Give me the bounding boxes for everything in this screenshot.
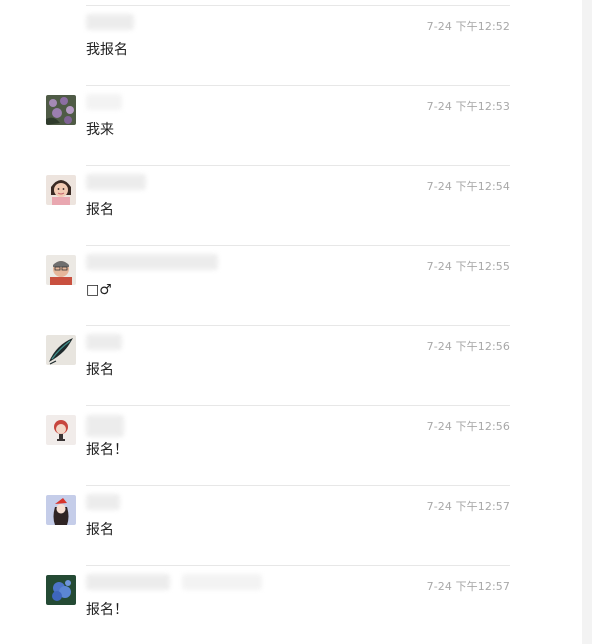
comment-text: 报名 <box>86 362 114 378</box>
blurred-username <box>86 415 124 437</box>
comment-divider <box>86 245 510 246</box>
man-avatar-image <box>46 255 76 285</box>
avatar[interactable] <box>46 495 76 525</box>
blurred-username <box>86 254 218 270</box>
blurred-username <box>86 14 134 30</box>
butterfly-avatar-image <box>46 335 76 365</box>
comment-text: 报名！ <box>86 442 128 458</box>
comment-item: 7-24 下午12:54 报名 <box>0 160 582 240</box>
comment-time: 7-24 下午12:54 <box>426 180 510 193</box>
comment-time: 7-24 下午12:52 <box>426 20 510 33</box>
comment-text: 我报名 <box>86 42 128 58</box>
blurred-username <box>86 174 146 190</box>
comment-item: 7-24 下午12:56 报名 <box>0 320 582 400</box>
comment-item: 7-24 下午12:52 我报名 <box>0 0 582 80</box>
blurred-username <box>86 494 120 510</box>
avatar[interactable] <box>46 255 76 285</box>
comment-time: 7-24 下午12:57 <box>426 580 510 593</box>
comment-text: 报名！ <box>86 602 128 618</box>
blurred-username <box>86 334 122 350</box>
avatar[interactable] <box>46 415 76 445</box>
avatar[interactable] <box>46 335 76 365</box>
comment-text: 我来 <box>86 122 114 138</box>
comment-text: 报名 <box>86 522 114 538</box>
cartoon-girl-avatar-image <box>46 415 76 445</box>
flower-avatar-image <box>46 95 76 125</box>
blurred-username <box>86 94 122 110</box>
girl-avatar-image <box>46 175 76 205</box>
avatar[interactable] <box>46 575 76 605</box>
comment-time: 7-24 下午12:55 <box>426 260 510 273</box>
comment-item: 7-24 下午12:57 报名！ <box>0 560 582 640</box>
comment-divider <box>86 485 510 486</box>
blurred-username-extra <box>182 574 262 590</box>
comment-item: 7-24 下午12:56 报名！ <box>0 400 582 480</box>
comment-divider <box>86 565 510 566</box>
comment-list: 7-24 下午12:52 我报名 7-24 下午12:53 我来 7-24 下午… <box>0 0 582 644</box>
comment-divider <box>86 165 510 166</box>
comment-time: 7-24 下午12:57 <box>426 500 510 513</box>
comment-item: 7-24 下午12:57 报名 <box>0 480 582 560</box>
comment-item: 7-24 下午12:55 □♂ <box>0 240 582 320</box>
christmas-girl-avatar-image <box>46 495 76 525</box>
hydrangea-avatar-image <box>46 575 76 605</box>
comment-time: 7-24 下午12:53 <box>426 100 510 113</box>
comment-item: 7-24 下午12:53 我来 <box>0 80 582 160</box>
comment-time: 7-24 下午12:56 <box>426 420 510 433</box>
comment-text: 报名 <box>86 202 114 218</box>
comment-divider <box>86 325 510 326</box>
comment-divider <box>86 5 510 6</box>
comment-divider <box>86 405 510 406</box>
comment-divider <box>86 85 510 86</box>
comment-text: □♂ <box>86 282 112 298</box>
avatar[interactable] <box>46 175 76 205</box>
comment-time: 7-24 下午12:56 <box>426 340 510 353</box>
blurred-username <box>86 574 170 590</box>
avatar[interactable] <box>46 95 76 125</box>
right-scroll-gutter <box>582 0 592 644</box>
